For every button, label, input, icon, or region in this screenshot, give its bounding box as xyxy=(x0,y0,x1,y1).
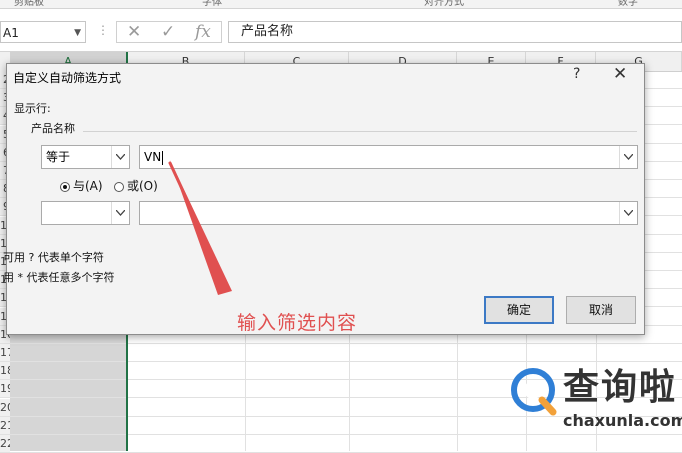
watermark-url: chaxunla.com xyxy=(563,411,682,430)
chaxunla-logo-icon xyxy=(511,368,557,416)
annotation-text: 输入筛选内容 xyxy=(237,312,358,334)
watermark-title: 查询啦 xyxy=(563,367,678,408)
